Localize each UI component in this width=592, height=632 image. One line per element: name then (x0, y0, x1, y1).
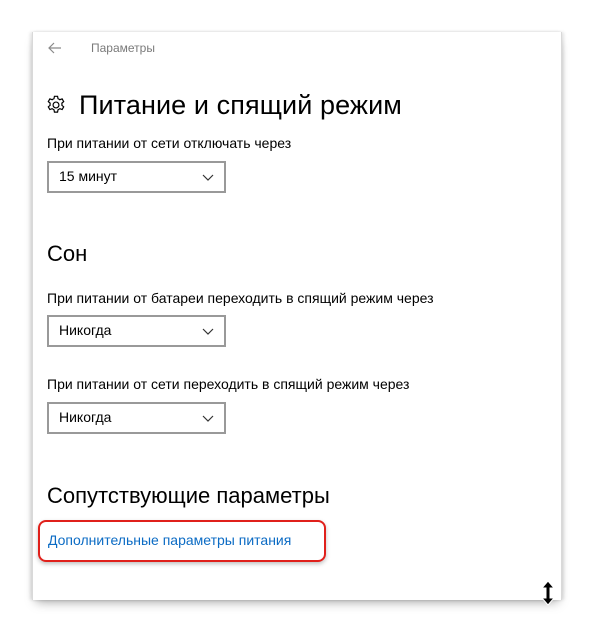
window-title: Параметры (91, 41, 155, 55)
battery-sleep-dropdown[interactable]: Никогда (47, 315, 226, 347)
screen-off-value: 15 минут (59, 168, 118, 184)
resize-cursor-icon (540, 580, 556, 606)
page-title: Питание и спящий режим (79, 89, 402, 120)
settings-window: Параметры Питание и спящий режим При пит… (32, 32, 562, 600)
screen-off-label: При питании от сети отключать через (47, 135, 292, 151)
chevron-down-icon (202, 328, 214, 335)
back-button[interactable] (43, 37, 67, 59)
title-bar: Параметры (33, 32, 561, 64)
additional-power-settings-link[interactable]: Дополнительные параметры питания (48, 532, 291, 548)
chevron-down-icon (202, 415, 214, 422)
ac-sleep-dropdown[interactable]: Никогда (47, 402, 226, 434)
battery-sleep-label: При питании от батареи переходить в спящ… (47, 290, 434, 306)
ac-sleep-label: При питании от сети переходить в спящий … (47, 376, 410, 392)
related-section-title: Сопутствующие параметры (47, 483, 330, 508)
screenshot-stage: Параметры Питание и спящий режим При пит… (0, 0, 592, 632)
highlight-frame: Дополнительные параметры питания (38, 520, 326, 562)
screen-off-dropdown[interactable]: 15 минут (47, 161, 226, 193)
ac-sleep-value: Никогда (59, 409, 112, 425)
gear-icon (47, 95, 65, 113)
back-arrow-icon (48, 42, 61, 54)
page-header: Питание и спящий режим (45, 88, 402, 122)
battery-sleep-value: Никогда (59, 322, 112, 338)
chevron-down-icon (202, 174, 214, 181)
sleep-section-title: Сон (47, 241, 88, 266)
